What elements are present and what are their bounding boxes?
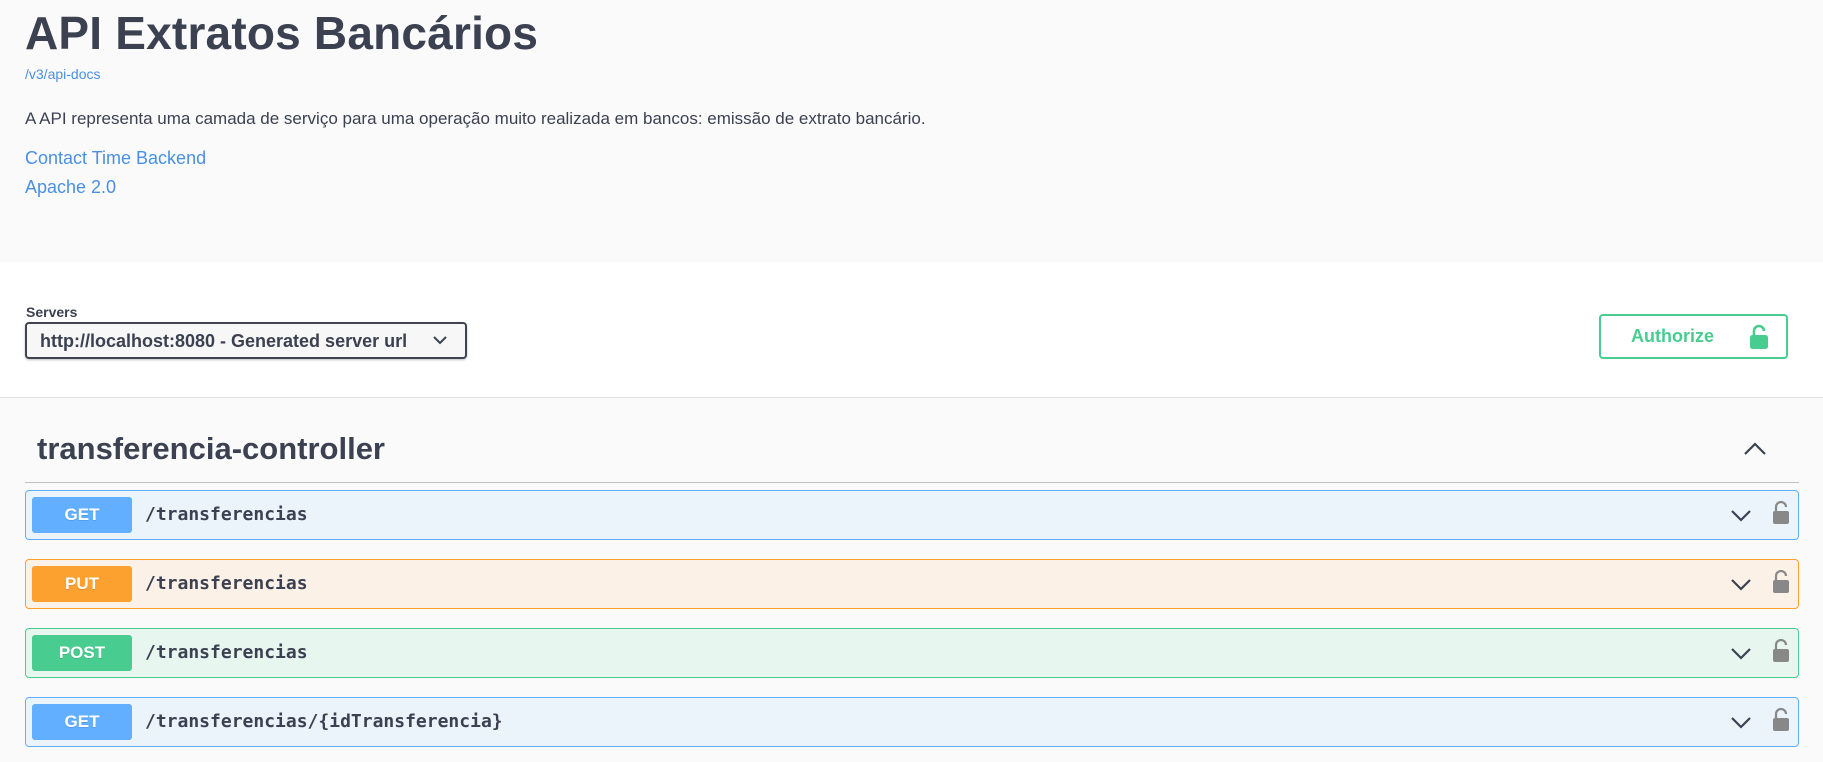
method-badge: GET [32, 704, 132, 740]
operation-path: /transferencias [145, 573, 308, 594]
servers-label: Servers [26, 304, 78, 320]
tag-title: transferencia-controller [37, 431, 385, 466]
operations-section: transferencia-controller GET /transferen… [0, 398, 1823, 762]
lock-icon[interactable] [1772, 639, 1790, 663]
chevron-down-icon [433, 336, 447, 345]
contact-link[interactable]: Contact Time Backend [25, 148, 206, 169]
chevron-down-icon[interactable] [1730, 715, 1752, 729]
chevron-down-icon[interactable] [1730, 646, 1752, 660]
server-select[interactable]: http://localhost:8080 - Generated server… [25, 322, 467, 359]
license-link[interactable]: Apache 2.0 [25, 177, 116, 198]
page-title: API Extratos Bancários [25, 7, 539, 59]
lock-icon[interactable] [1772, 570, 1790, 594]
authorize-label: Authorize [1631, 326, 1714, 346]
chevron-down-icon[interactable] [1730, 577, 1752, 591]
method-badge: POST [32, 635, 132, 671]
operation-path: /transferencias [145, 504, 308, 525]
tag-header-transferencia-controller[interactable]: transferencia-controller [25, 424, 1799, 483]
operation-put-transferencias[interactable]: PUT /transferencias [25, 559, 1799, 609]
authorize-button[interactable]: Authorize [1599, 314, 1788, 359]
operation-get-transferencia-by-id[interactable]: GET /transferencias/{idTransferencia} [25, 697, 1799, 747]
method-badge: GET [32, 497, 132, 533]
server-select-value: http://localhost:8080 - Generated server… [40, 331, 408, 351]
unlocked-lock-icon [1750, 324, 1768, 349]
method-badge: PUT [32, 566, 132, 602]
operation-path: /transferencias/{idTransferencia} [145, 711, 503, 732]
operation-post-transferencias[interactable]: POST /transferencias [25, 628, 1799, 678]
api-description: A API representa uma camada de serviço p… [25, 109, 926, 128]
operation-path: /transferencias [145, 642, 308, 663]
chevron-up-icon[interactable] [1743, 441, 1767, 457]
chevron-down-icon[interactable] [1730, 508, 1752, 522]
lock-icon[interactable] [1772, 501, 1790, 525]
api-docs-link[interactable]: /v3/api-docs [25, 66, 100, 82]
api-info-section: API Extratos Bancários /v3/api-docs A AP… [0, 0, 1823, 262]
servers-bar: Servers http://localhost:8080 - Generate… [0, 262, 1823, 398]
operation-get-transferencias[interactable]: GET /transferencias [25, 490, 1799, 540]
lock-icon[interactable] [1772, 708, 1790, 732]
